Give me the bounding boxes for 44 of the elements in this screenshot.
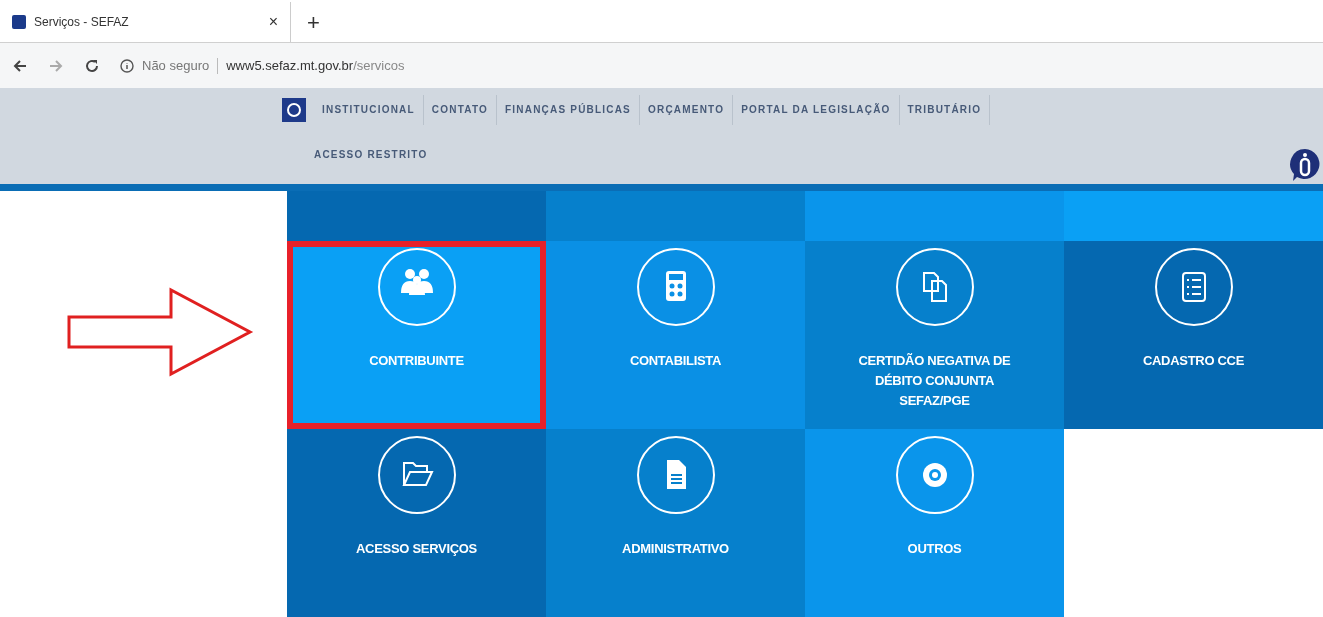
service-tile[interactable]: CADASTRO CCE (1064, 241, 1323, 429)
nav-link[interactable]: ACESSO RESTRITO (314, 145, 428, 166)
nav-link[interactable]: TRIBUTÁRIO (899, 95, 991, 126)
service-tile[interactable]: CONTRIBUINTE (287, 241, 546, 429)
address-bar[interactable]: Não seguro www5.sefaz.mt.gov.br/servicos (120, 55, 405, 76)
file-icon (666, 460, 686, 489)
url-text: www5.sefaz.mt.gov.br/servicos (226, 56, 405, 75)
logo-emblem[interactable] (282, 98, 306, 123)
nav-link[interactable]: PORTAL DA LEGISLAÇÃO (733, 95, 900, 126)
favicon-icon (12, 15, 26, 30)
service-tile[interactable]: CERTIDÃO NEGATIVA DE DÉBITO CONJUNTA SEFAZ/PGE (805, 241, 1064, 429)
service-tile[interactable] (546, 191, 805, 241)
service-tile[interactable]: CONTABILISTA (546, 241, 805, 429)
tile-label: CERTIDÃO NEGATIVA DE DÉBITO CONJUNTA SEFAZ/PGE (857, 352, 1012, 410)
nav-link[interactable]: FINANÇAS PÚBLICAS (497, 95, 640, 126)
service-tile[interactable] (287, 191, 546, 241)
security-label: Não seguro (142, 56, 210, 75)
folder-icon (401, 462, 434, 486)
tile-label: CONTRIBUINTE (368, 352, 465, 370)
nav-link[interactable]: CONTATO (423, 95, 497, 126)
close-button[interactable]: × (268, 10, 278, 35)
people-icon (400, 269, 433, 295)
service-tile[interactable] (1064, 191, 1323, 241)
tile-label: ACESSO SERVIÇOS (355, 540, 478, 558)
nav-link[interactable]: INSTITUCIONAL (314, 95, 424, 126)
service-tile[interactable]: ACESSO SERVIÇOS (287, 429, 546, 617)
new-tab-button[interactable]: + (290, 2, 336, 43)
nav-link[interactable]: ORÇAMENTO (640, 95, 734, 126)
service-tile[interactable] (805, 191, 1064, 241)
service-tile[interactable]: OUTROS (805, 429, 1064, 617)
back-icon[interactable] (12, 57, 28, 74)
tile-label: CADASTRO CCE (1141, 352, 1246, 370)
list-icon (1181, 272, 1206, 302)
tile-label: ADMINISTRATIVO (621, 540, 730, 558)
service-tile[interactable]: ADMINISTRATIVO (546, 429, 805, 617)
forward-icon[interactable] (48, 57, 64, 74)
calculator-icon (665, 271, 686, 301)
documents-icon (922, 272, 947, 302)
tile-label: OUTROS (906, 540, 963, 558)
info-badge-icon[interactable] (1289, 148, 1321, 183)
tab-title: Serviços - SEFAZ (34, 14, 130, 32)
tile-label: CONTABILISTA (628, 352, 723, 370)
info-icon (120, 58, 134, 73)
reload-icon[interactable] (84, 57, 100, 74)
